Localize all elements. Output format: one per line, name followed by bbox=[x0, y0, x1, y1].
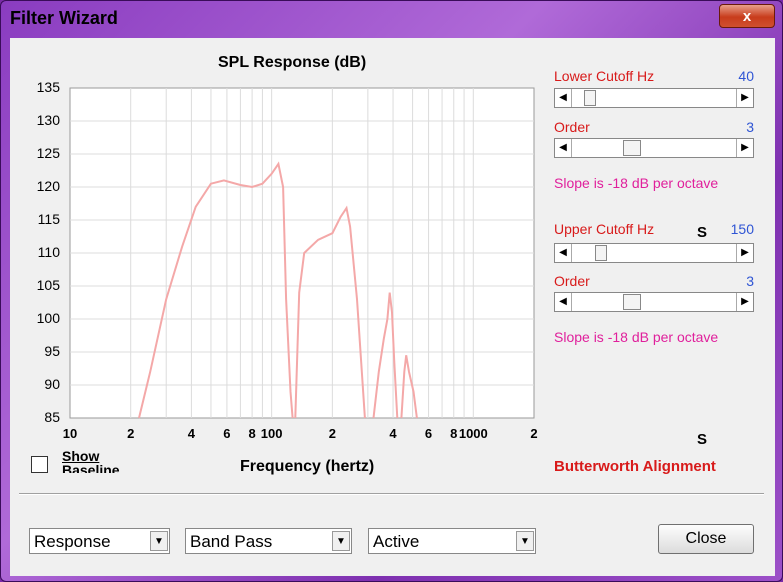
lower-cutoff-label: Lower Cutoff Hz bbox=[554, 68, 655, 84]
x-tick-label: 8 bbox=[248, 426, 256, 441]
upper-order-label: Order bbox=[554, 273, 590, 289]
y-tick-label: 90 bbox=[44, 376, 60, 392]
x-tick-label: 8 bbox=[450, 426, 458, 441]
lower-order-label: Order bbox=[554, 119, 590, 135]
close-button[interactable]: Close bbox=[658, 524, 754, 554]
upper-order-value: 3 bbox=[746, 273, 754, 289]
show-baseline-label-line1: Show bbox=[62, 449, 100, 464]
slider-thumb[interactable] bbox=[594, 245, 607, 261]
chevron-down-icon[interactable]: ▼ bbox=[332, 531, 350, 551]
x-tick-label: 2 bbox=[127, 426, 135, 441]
s-marker-lower: S bbox=[697, 431, 708, 448]
show-baseline-label-line2: Baseline bbox=[62, 462, 120, 473]
separator bbox=[19, 493, 764, 495]
x-axis-label: Frequency (hertz) bbox=[240, 458, 375, 475]
upper-cutoff-slider[interactable]: ◀ ▶ bbox=[554, 243, 754, 263]
x-tick-label: 4 bbox=[187, 426, 196, 441]
x-tick-label: 2 bbox=[328, 426, 336, 441]
y-tick-label: 95 bbox=[44, 343, 60, 359]
y-tick-label: 110 bbox=[37, 244, 60, 260]
slider-thumb[interactable] bbox=[623, 140, 642, 156]
y-tick-label: 135 bbox=[36, 79, 60, 95]
x-tick-label: 100 bbox=[260, 426, 283, 441]
y-tick-label: 130 bbox=[36, 112, 60, 128]
show-baseline-label[interactable]: Show Baseline bbox=[62, 449, 142, 473]
lower-order-value: 3 bbox=[746, 119, 754, 135]
lower-slope-text: Slope is -18 dB per octave bbox=[554, 175, 719, 191]
filter-wizard-window: Filter Wizard x SPL Response (dB) 135 130… bbox=[0, 0, 783, 582]
scroll-right-icon[interactable]: ▶ bbox=[736, 293, 753, 311]
show-baseline-checkbox[interactable] bbox=[31, 456, 48, 473]
chevron-down-icon[interactable]: ▼ bbox=[150, 531, 168, 551]
y-tick-label: 105 bbox=[36, 277, 60, 293]
filter-type-select-value: Band Pass bbox=[190, 532, 273, 551]
scroll-left-icon[interactable]: ◀ bbox=[555, 139, 572, 157]
x-tick-label: 2 bbox=[530, 426, 538, 441]
chart-title: SPL Response (dB) bbox=[218, 54, 367, 71]
upper-slope-text: Slope is -18 dB per octave bbox=[554, 329, 719, 345]
s-marker-upper: S bbox=[697, 224, 708, 241]
title-bar[interactable]: Filter Wizard x bbox=[1, 1, 782, 37]
client-area: SPL Response (dB) 135 130 125 120 115 110 105 1… bbox=[10, 38, 775, 576]
filter-type-select[interactable]: Band Pass ▼ bbox=[185, 528, 352, 554]
scroll-left-icon[interactable]: ◀ bbox=[555, 89, 572, 107]
x-tick-label: 10 bbox=[62, 426, 78, 441]
window-close-button[interactable]: x bbox=[719, 4, 775, 28]
slider-thumb[interactable] bbox=[623, 294, 642, 310]
window-title: Filter Wizard bbox=[10, 8, 118, 28]
lower-order-slider[interactable]: ◀ ▶ bbox=[554, 138, 754, 158]
lower-cutoff-value: 40 bbox=[738, 68, 754, 84]
scroll-right-icon[interactable]: ▶ bbox=[736, 139, 753, 157]
view-select[interactable]: Response ▼ bbox=[29, 528, 170, 554]
y-tick-label: 125 bbox=[36, 145, 60, 161]
y-tick-label: 100 bbox=[36, 310, 60, 326]
scroll-left-icon[interactable]: ◀ bbox=[555, 293, 572, 311]
spl-response-chart bbox=[69, 87, 535, 419]
x-tick-label: 4 bbox=[389, 426, 397, 441]
chevron-down-icon[interactable]: ▼ bbox=[516, 531, 534, 551]
x-tick-label: 6 bbox=[424, 426, 433, 441]
scroll-right-icon[interactable]: ▶ bbox=[736, 244, 753, 262]
mode-select[interactable]: Active ▼ bbox=[368, 528, 536, 554]
y-tick-label: 85 bbox=[44, 409, 60, 425]
y-tick-label: 115 bbox=[37, 211, 60, 227]
upper-cutoff-value: 150 bbox=[730, 221, 754, 237]
upper-cutoff-label: Upper Cutoff Hz bbox=[554, 221, 655, 237]
x-tick-label: 1000 bbox=[458, 426, 488, 441]
scroll-left-icon[interactable]: ◀ bbox=[555, 244, 572, 262]
y-tick-label: 120 bbox=[36, 178, 60, 194]
view-select-value: Response bbox=[34, 532, 111, 551]
slider-thumb[interactable] bbox=[584, 90, 597, 106]
scroll-right-icon[interactable]: ▶ bbox=[736, 89, 753, 107]
mode-select-value: Active bbox=[373, 532, 420, 551]
lower-cutoff-slider[interactable]: ◀ ▶ bbox=[554, 88, 754, 108]
upper-order-slider[interactable]: ◀ ▶ bbox=[554, 292, 754, 312]
x-tick-label: 6 bbox=[223, 426, 231, 441]
alignment-label: Butterworth Alignment bbox=[554, 458, 716, 475]
